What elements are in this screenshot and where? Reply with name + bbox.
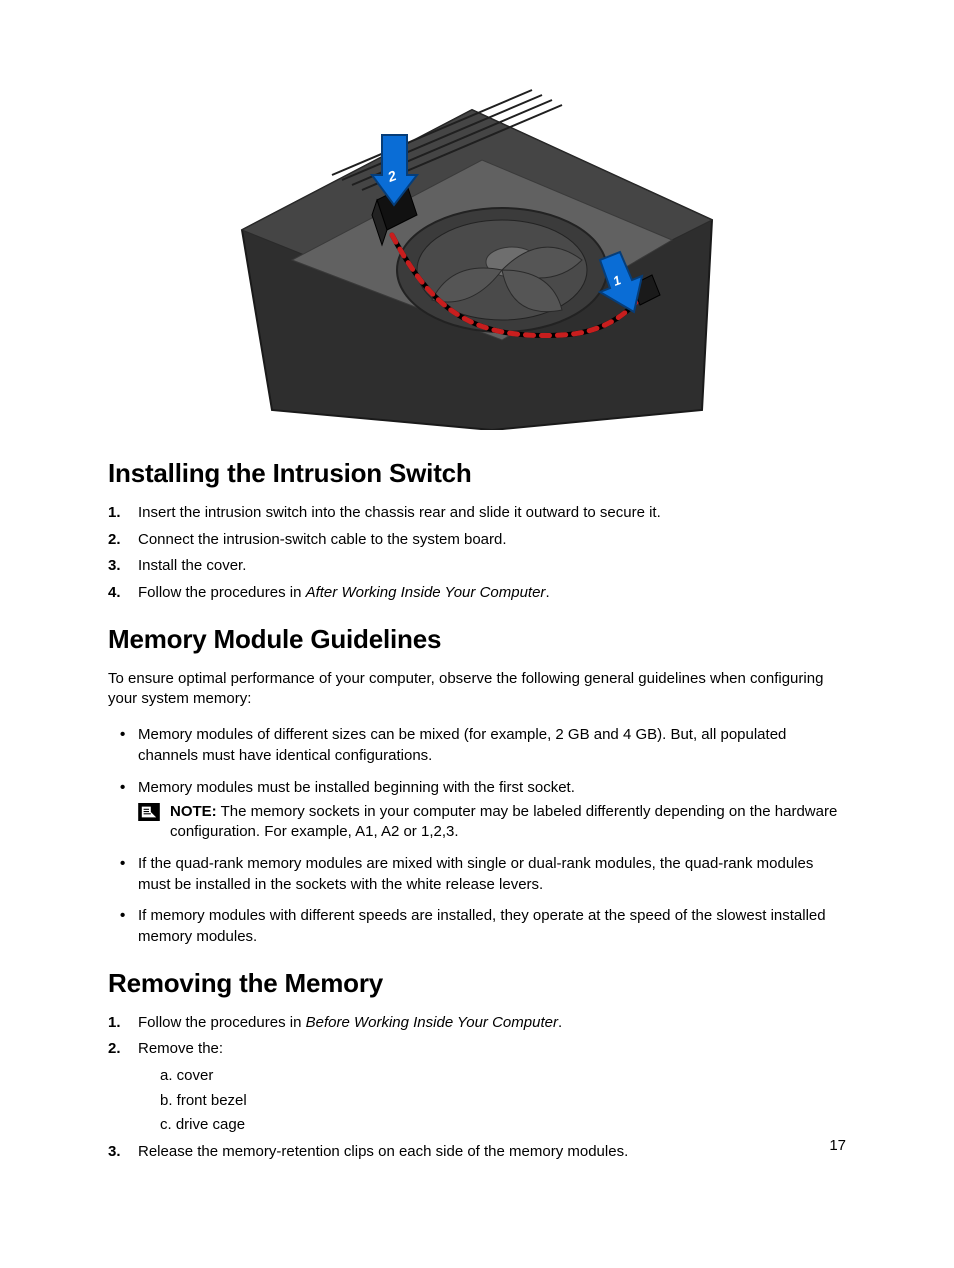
steps-installing-intrusion-switch: Insert the intrusion switch into the cha… bbox=[108, 503, 846, 604]
note-body: The memory sockets in your computer may … bbox=[170, 803, 837, 840]
heading-removing-memory: Removing the Memory bbox=[108, 968, 846, 999]
sublist-item: a. cover bbox=[160, 1066, 846, 1087]
step-text: Insert the intrusion switch into the cha… bbox=[138, 504, 661, 521]
steps-removing-memory: Follow the procedures in Before Working … bbox=[108, 1013, 846, 1163]
step: Follow the procedures in After Working I… bbox=[108, 583, 846, 604]
step-text: Release the memory-retention clips on ea… bbox=[138, 1143, 628, 1160]
bullets-memory-guidelines: Memory modules of different sizes can be… bbox=[108, 724, 846, 948]
step: Follow the procedures in Before Working … bbox=[108, 1013, 846, 1034]
step-text-part: . bbox=[558, 1014, 562, 1031]
figure-intrusion-switch: 2 1 bbox=[232, 80, 722, 430]
sublist-remove: a. cover b. front bezel c. drive cage bbox=[160, 1066, 846, 1136]
bullet-item: If the quad-rank memory modules are mixe… bbox=[108, 853, 846, 896]
bullet-text: Memory modules must be installed beginni… bbox=[138, 779, 575, 796]
step-text: Remove the: bbox=[138, 1040, 223, 1057]
page: 2 1 Installing the Intrusion Switch Inse… bbox=[0, 0, 954, 1268]
step: Remove the: a. cover b. front bezel c. d… bbox=[108, 1039, 846, 1136]
step-text-italic: After Working Inside Your Computer bbox=[306, 584, 546, 601]
step-text-part: Follow the procedures in bbox=[138, 1014, 306, 1031]
step-text-part: . bbox=[545, 584, 549, 601]
step-text-italic: Before Working Inside Your Computer bbox=[306, 1014, 558, 1031]
step: Connect the intrusion-switch cable to th… bbox=[108, 530, 846, 551]
step: Insert the intrusion switch into the cha… bbox=[108, 503, 846, 524]
sublist-item: b. front bezel bbox=[160, 1091, 846, 1112]
bullet-item: Memory modules must be installed beginni… bbox=[108, 777, 846, 843]
page-number: 17 bbox=[829, 1137, 846, 1154]
step-text: Install the cover. bbox=[138, 557, 246, 574]
intro-memory-guidelines: To ensure optimal performance of your co… bbox=[108, 669, 846, 710]
step-text-part: Follow the procedures in bbox=[138, 584, 306, 601]
bullet-text: Memory modules of different sizes can be… bbox=[138, 726, 786, 764]
bullet-text: If the quad-rank memory modules are mixe… bbox=[138, 855, 813, 893]
note-text: NOTE: The memory sockets in your compute… bbox=[170, 802, 842, 843]
note-icon bbox=[138, 803, 160, 821]
note-label: NOTE: bbox=[170, 803, 217, 820]
figure-svg: 2 1 bbox=[232, 80, 722, 430]
bullet-item: Memory modules of different sizes can be… bbox=[108, 724, 846, 767]
step-text: Connect the intrusion-switch cable to th… bbox=[138, 531, 507, 548]
bullet-text: If memory modules with different speeds … bbox=[138, 907, 826, 945]
sublist-item: c. drive cage bbox=[160, 1115, 846, 1136]
heading-installing-intrusion-switch: Installing the Intrusion Switch bbox=[108, 458, 846, 489]
note-block: NOTE: The memory sockets in your compute… bbox=[138, 802, 846, 843]
step: Release the memory-retention clips on ea… bbox=[108, 1142, 846, 1163]
bullet-item: If memory modules with different speeds … bbox=[108, 905, 846, 948]
heading-memory-guidelines: Memory Module Guidelines bbox=[108, 624, 846, 655]
step: Install the cover. bbox=[108, 556, 846, 577]
